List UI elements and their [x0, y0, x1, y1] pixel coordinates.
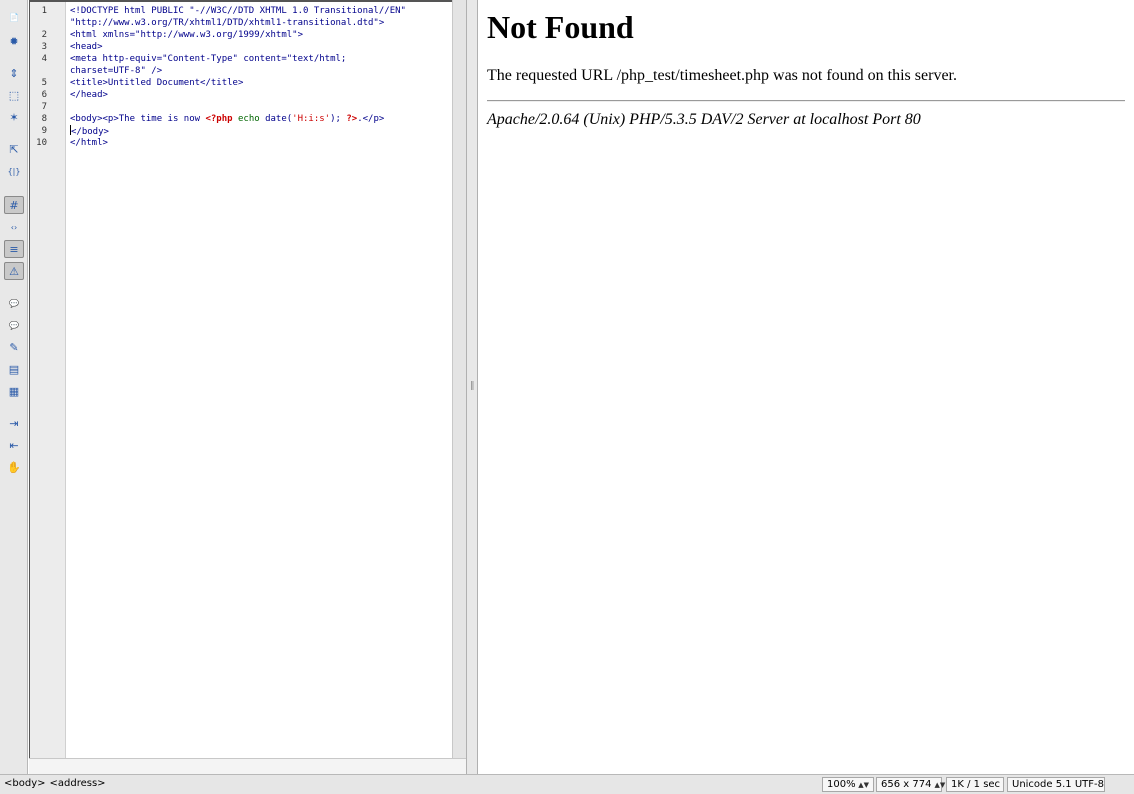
balance-braces-button[interactable]: {|}: [4, 162, 24, 180]
open-documents-button[interactable]: 📄: [4, 8, 24, 26]
status-bar: <body> <address> 100% ▲▼ 656 x 774 ▲▼ 1K …: [0, 774, 1134, 794]
code-line[interactable]: <meta http-equiv="Content-Type" content=…: [70, 53, 346, 65]
window-size-value: 656 x 774: [881, 779, 932, 790]
tag-selector: <body> <address>: [4, 778, 110, 789]
page-heading: Not Found: [487, 9, 634, 45]
code-token-fn: date(: [265, 114, 293, 124]
window-size-select[interactable]: 656 x 774 ▲▼: [876, 777, 946, 792]
expand-all-icon: ✶: [9, 110, 19, 124]
editor-vertical-scrollbar[interactable]: [452, 0, 466, 758]
move-or-convert-css-icon: ▦: [8, 384, 20, 398]
show-code-navigator-button[interactable]: ✹: [4, 32, 24, 50]
line-number: 4: [41, 54, 47, 64]
line-numbers-button[interactable]: #: [4, 196, 24, 214]
recent-snippets-icon: ▤: [8, 362, 20, 376]
wrap-tag-icon: ✎: [9, 340, 19, 354]
line-number: 5: [41, 78, 47, 88]
zoom-value: 100%: [827, 779, 856, 790]
indent-code-button[interactable]: ⇥: [4, 414, 24, 432]
open-documents-icon: 📄: [9, 12, 19, 22]
code-line[interactable]: "http://www.w3.org/TR/xhtml1/DTD/xhtml1-…: [70, 17, 384, 29]
line-number: 10: [36, 138, 47, 148]
move-or-convert-css-button[interactable]: ▦: [4, 382, 24, 400]
collapse-selection-button[interactable]: ⬚: [4, 86, 24, 104]
code-token-open: <?php: [205, 114, 233, 124]
line-number: 9: [41, 126, 47, 136]
code-line[interactable]: <head>: [70, 41, 103, 53]
code-token-echo: echo: [232, 114, 266, 124]
encoding-indicator: Unicode 5.1 UTF-8: [1007, 777, 1105, 792]
window-size-stepper-icon: ▲▼: [934, 780, 946, 789]
remove-comment-icon: 💬: [9, 320, 19, 330]
select-parent-tag-button[interactable]: ⇱: [4, 140, 24, 158]
download-stats-value: 1K / 1 sec: [951, 779, 1001, 790]
code-line[interactable]: <!DOCTYPE html PUBLIC "-//W3C//DTD XHTML…: [70, 5, 406, 17]
recent-snippets-button[interactable]: ▤: [4, 360, 24, 378]
encoding-value: Unicode 5.1 UTF-8: [1012, 779, 1104, 790]
highlight-invalid-code-button[interactable]: ‹›: [4, 218, 24, 236]
indent-code-icon: ⇥: [9, 416, 19, 430]
line-number: 3: [41, 42, 47, 52]
select-parent-tag-icon: ⇱: [9, 142, 19, 156]
line-number: 7: [41, 102, 47, 112]
error-message: The requested URL /php_test/timesheet.ph…: [487, 67, 957, 84]
balance-braces-icon: {|}: [7, 166, 21, 176]
word-wrap-button[interactable]: ≡: [4, 240, 24, 258]
line-number: 2: [41, 30, 47, 40]
outdent-code-button[interactable]: ⇤: [4, 436, 24, 454]
code-token-post: .</p>: [357, 114, 385, 124]
download-size-time: 1K / 1 sec: [946, 777, 1004, 792]
apply-comment-icon: 💬: [9, 298, 19, 308]
expand-all-button[interactable]: ✶: [4, 108, 24, 126]
collapse-full-tag-icon: ⇕: [9, 66, 19, 80]
line-number: 6: [41, 90, 47, 100]
horizontal-rule: [487, 100, 1125, 102]
collapse-selection-icon: ⬚: [8, 88, 20, 102]
outdent-code-icon: ⇤: [9, 438, 19, 452]
line-numbers-icon: #: [9, 198, 19, 212]
code-line[interactable]: <body><p>The time is now <?php echo date…: [70, 113, 384, 125]
tag-selector-body[interactable]: <body>: [4, 778, 46, 789]
tag-selector-address[interactable]: <address>: [50, 778, 106, 789]
format-source-code-button[interactable]: ✋: [4, 458, 24, 476]
format-source-code-icon: ✋: [7, 460, 21, 474]
divider-grip-icon: ‖: [470, 381, 475, 391]
editor-horizontal-scrollbar[interactable]: [29, 758, 466, 774]
code-line[interactable]: </html>: [70, 137, 108, 149]
syntax-error-alerts-button[interactable]: ⚠: [4, 262, 24, 280]
code-line[interactable]: charset=UTF-8" />: [70, 65, 162, 77]
show-code-navigator-icon: ✹: [9, 34, 19, 48]
code-token-close-paren: );: [330, 114, 347, 124]
remove-comment-button[interactable]: 💬: [4, 316, 24, 334]
code-editor[interactable]: 1 2 3 4 5 6 7 8 9 10 <!DOCTYPE html PUBLIC "-//W3…: [29, 0, 452, 758]
apply-comment-button[interactable]: 💬: [4, 294, 24, 312]
code-token-close: ?>: [346, 114, 358, 124]
word-wrap-icon: ≡: [9, 242, 19, 256]
server-signature: Apache/2.0.64 (Unix) PHP/5.3.5 DAV/2 Ser…: [487, 111, 921, 128]
zoom-select[interactable]: 100% ▲▼: [822, 777, 874, 792]
syntax-error-alerts-icon: ⚠: [9, 264, 19, 278]
code-line[interactable]: <html xmlns="http://www.w3.org/1999/xhtm…: [70, 29, 303, 41]
wrap-tag-button[interactable]: ✎: [4, 338, 24, 356]
zoom-stepper-icon: ▲▼: [858, 780, 869, 789]
line-number: 8: [41, 114, 47, 124]
live-view-pane: Not Found The requested URL /php_test/ti…: [479, 0, 1134, 774]
highlight-invalid-code-icon: ‹›: [10, 222, 18, 232]
code-line[interactable]: </head>: [70, 89, 108, 101]
split-view-divider[interactable]: ‖: [466, 0, 478, 774]
code-token-arg: 'H:i:s': [292, 114, 331, 124]
coding-toolbar: 📄 ✹ ⇕ ⬚ ✶ ⇱ {|} # ‹› ≡ ⚠ 💬 💬 ✎ ▤ ▦ ⇥ ⇤ ✋: [0, 0, 28, 774]
collapse-full-tag-button[interactable]: ⇕: [4, 64, 24, 82]
line-number-gutter: 1 2 3 4 5 6 7 8 9 10: [30, 2, 66, 758]
code-line-text: </body>: [71, 127, 109, 137]
code-line[interactable]: <title>Untitled Document</title>: [70, 77, 243, 89]
code-token-pre: <body><p>The time is now: [70, 114, 206, 124]
line-number: 1: [41, 6, 47, 16]
